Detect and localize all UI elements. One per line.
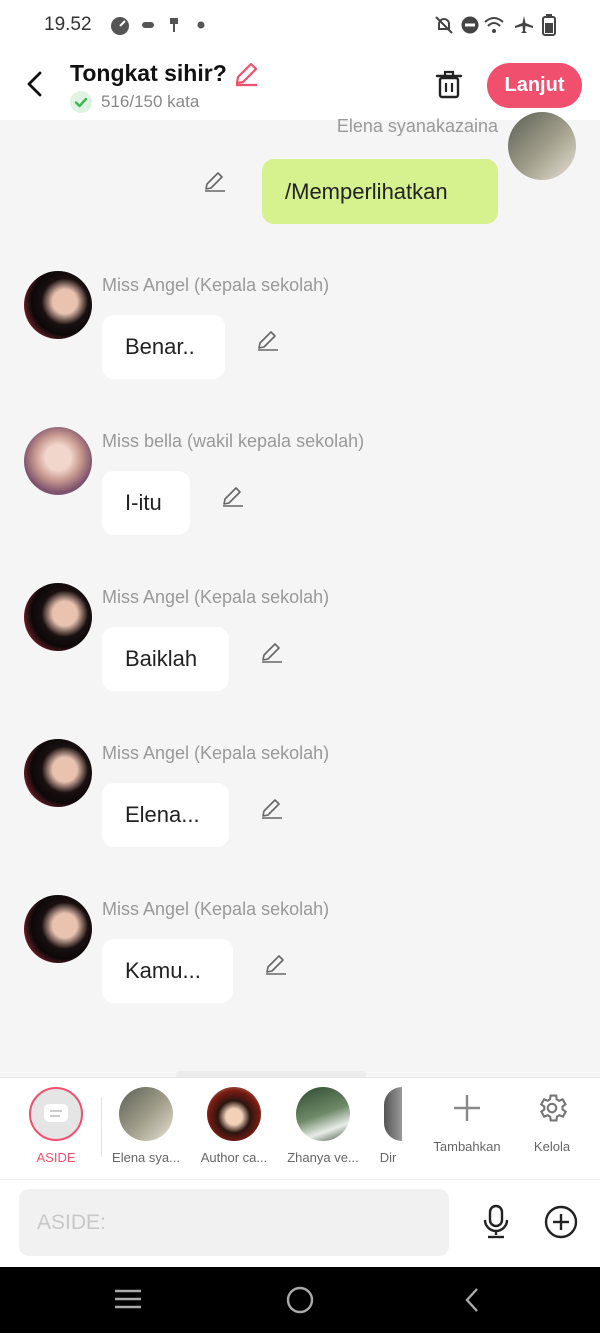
add-character-label[interactable]: Tambahkan [427,1139,507,1154]
message-bubble[interactable]: Benar.. [102,315,225,379]
message-sender: Miss Angel (Kepala sekolah) [102,587,330,607]
usb-icon [170,18,178,32]
avatar-miss-angel[interactable] [24,271,92,339]
action-panel [402,1078,600,1178]
message-sender: Miss bella (wakil kepala sekolah) [102,431,365,451]
gear-icon[interactable] [535,1091,569,1125]
plus-icon[interactable] [452,1093,482,1123]
avatar-zhanya[interactable] [296,1087,350,1141]
microphone-icon[interactable] [481,1204,511,1240]
battery-icon [542,14,556,36]
edit-message-icon[interactable] [221,484,245,508]
message-input[interactable] [19,1189,449,1256]
edit-message-icon[interactable] [203,169,227,193]
avatar-author[interactable] [207,1087,261,1141]
do-not-disturb-icon [461,16,479,34]
wifi-icon [484,17,504,33]
message-bubble[interactable]: Elena... [102,783,229,847]
avatar-miss-angel[interactable] [24,895,92,963]
edit-message-icon[interactable] [256,328,280,352]
edit-message-icon[interactable] [260,640,284,664]
edit-message-icon[interactable] [260,796,284,820]
message-sender: Miss Angel (Kepala sekolah) [102,899,330,919]
character-label: Elena sya... [112,1150,180,1165]
trash-icon[interactable] [435,69,463,99]
check-icon [70,91,92,113]
menu-icon[interactable] [113,1287,143,1311]
edit-message-icon[interactable] [264,952,288,976]
status-time: 19.52 [44,14,92,35]
edit-title-icon[interactable] [233,61,259,87]
message-sender: Miss Angel (Kepala sekolah) [102,743,330,763]
character-label: ASIDE [36,1150,76,1165]
airplane-icon [515,16,533,33]
divider [101,1097,102,1157]
back-icon[interactable] [462,1287,482,1313]
avatar-miss-angel[interactable] [24,583,92,651]
avatar-miss-angel[interactable] [24,739,92,807]
message-sender: Miss Angel (Kepala sekolah) [102,275,330,295]
next-button[interactable]: Lanjut [487,63,582,108]
message-bubble[interactable]: I-itu [102,471,190,535]
message-bubble[interactable]: /Memperlihatkan [262,159,498,224]
add-circle-icon[interactable] [544,1205,578,1239]
home-icon[interactable] [286,1286,314,1314]
character-label: Zhanya ve... [287,1150,359,1165]
gamepad-icon [142,22,154,28]
avatar-dir[interactable] [384,1087,402,1141]
avatar-elena[interactable] [508,112,576,180]
avatar-elena[interactable] [119,1087,173,1141]
word-count: 516/150 kata [101,92,200,111]
manage-characters-label[interactable]: Kelola [512,1139,592,1154]
character-label: Author ca... [200,1150,268,1165]
dot-icon [197,21,205,29]
aside-character[interactable] [29,1087,83,1141]
speedometer-icon [111,17,129,35]
avatar-miss-bella[interactable] [24,427,92,495]
chapter-title[interactable]: Tongkat sihir? [70,60,227,87]
message-bubble[interactable]: Kamu... [102,939,233,1003]
aside-bubble-icon [44,1104,68,1122]
message-sender: Elena syanakazaina [336,116,498,136]
back-arrow-icon[interactable] [24,71,46,97]
character-label: Dir [379,1150,397,1165]
mute-bell-icon [435,16,453,34]
message-bubble[interactable]: Baiklah [102,627,229,691]
